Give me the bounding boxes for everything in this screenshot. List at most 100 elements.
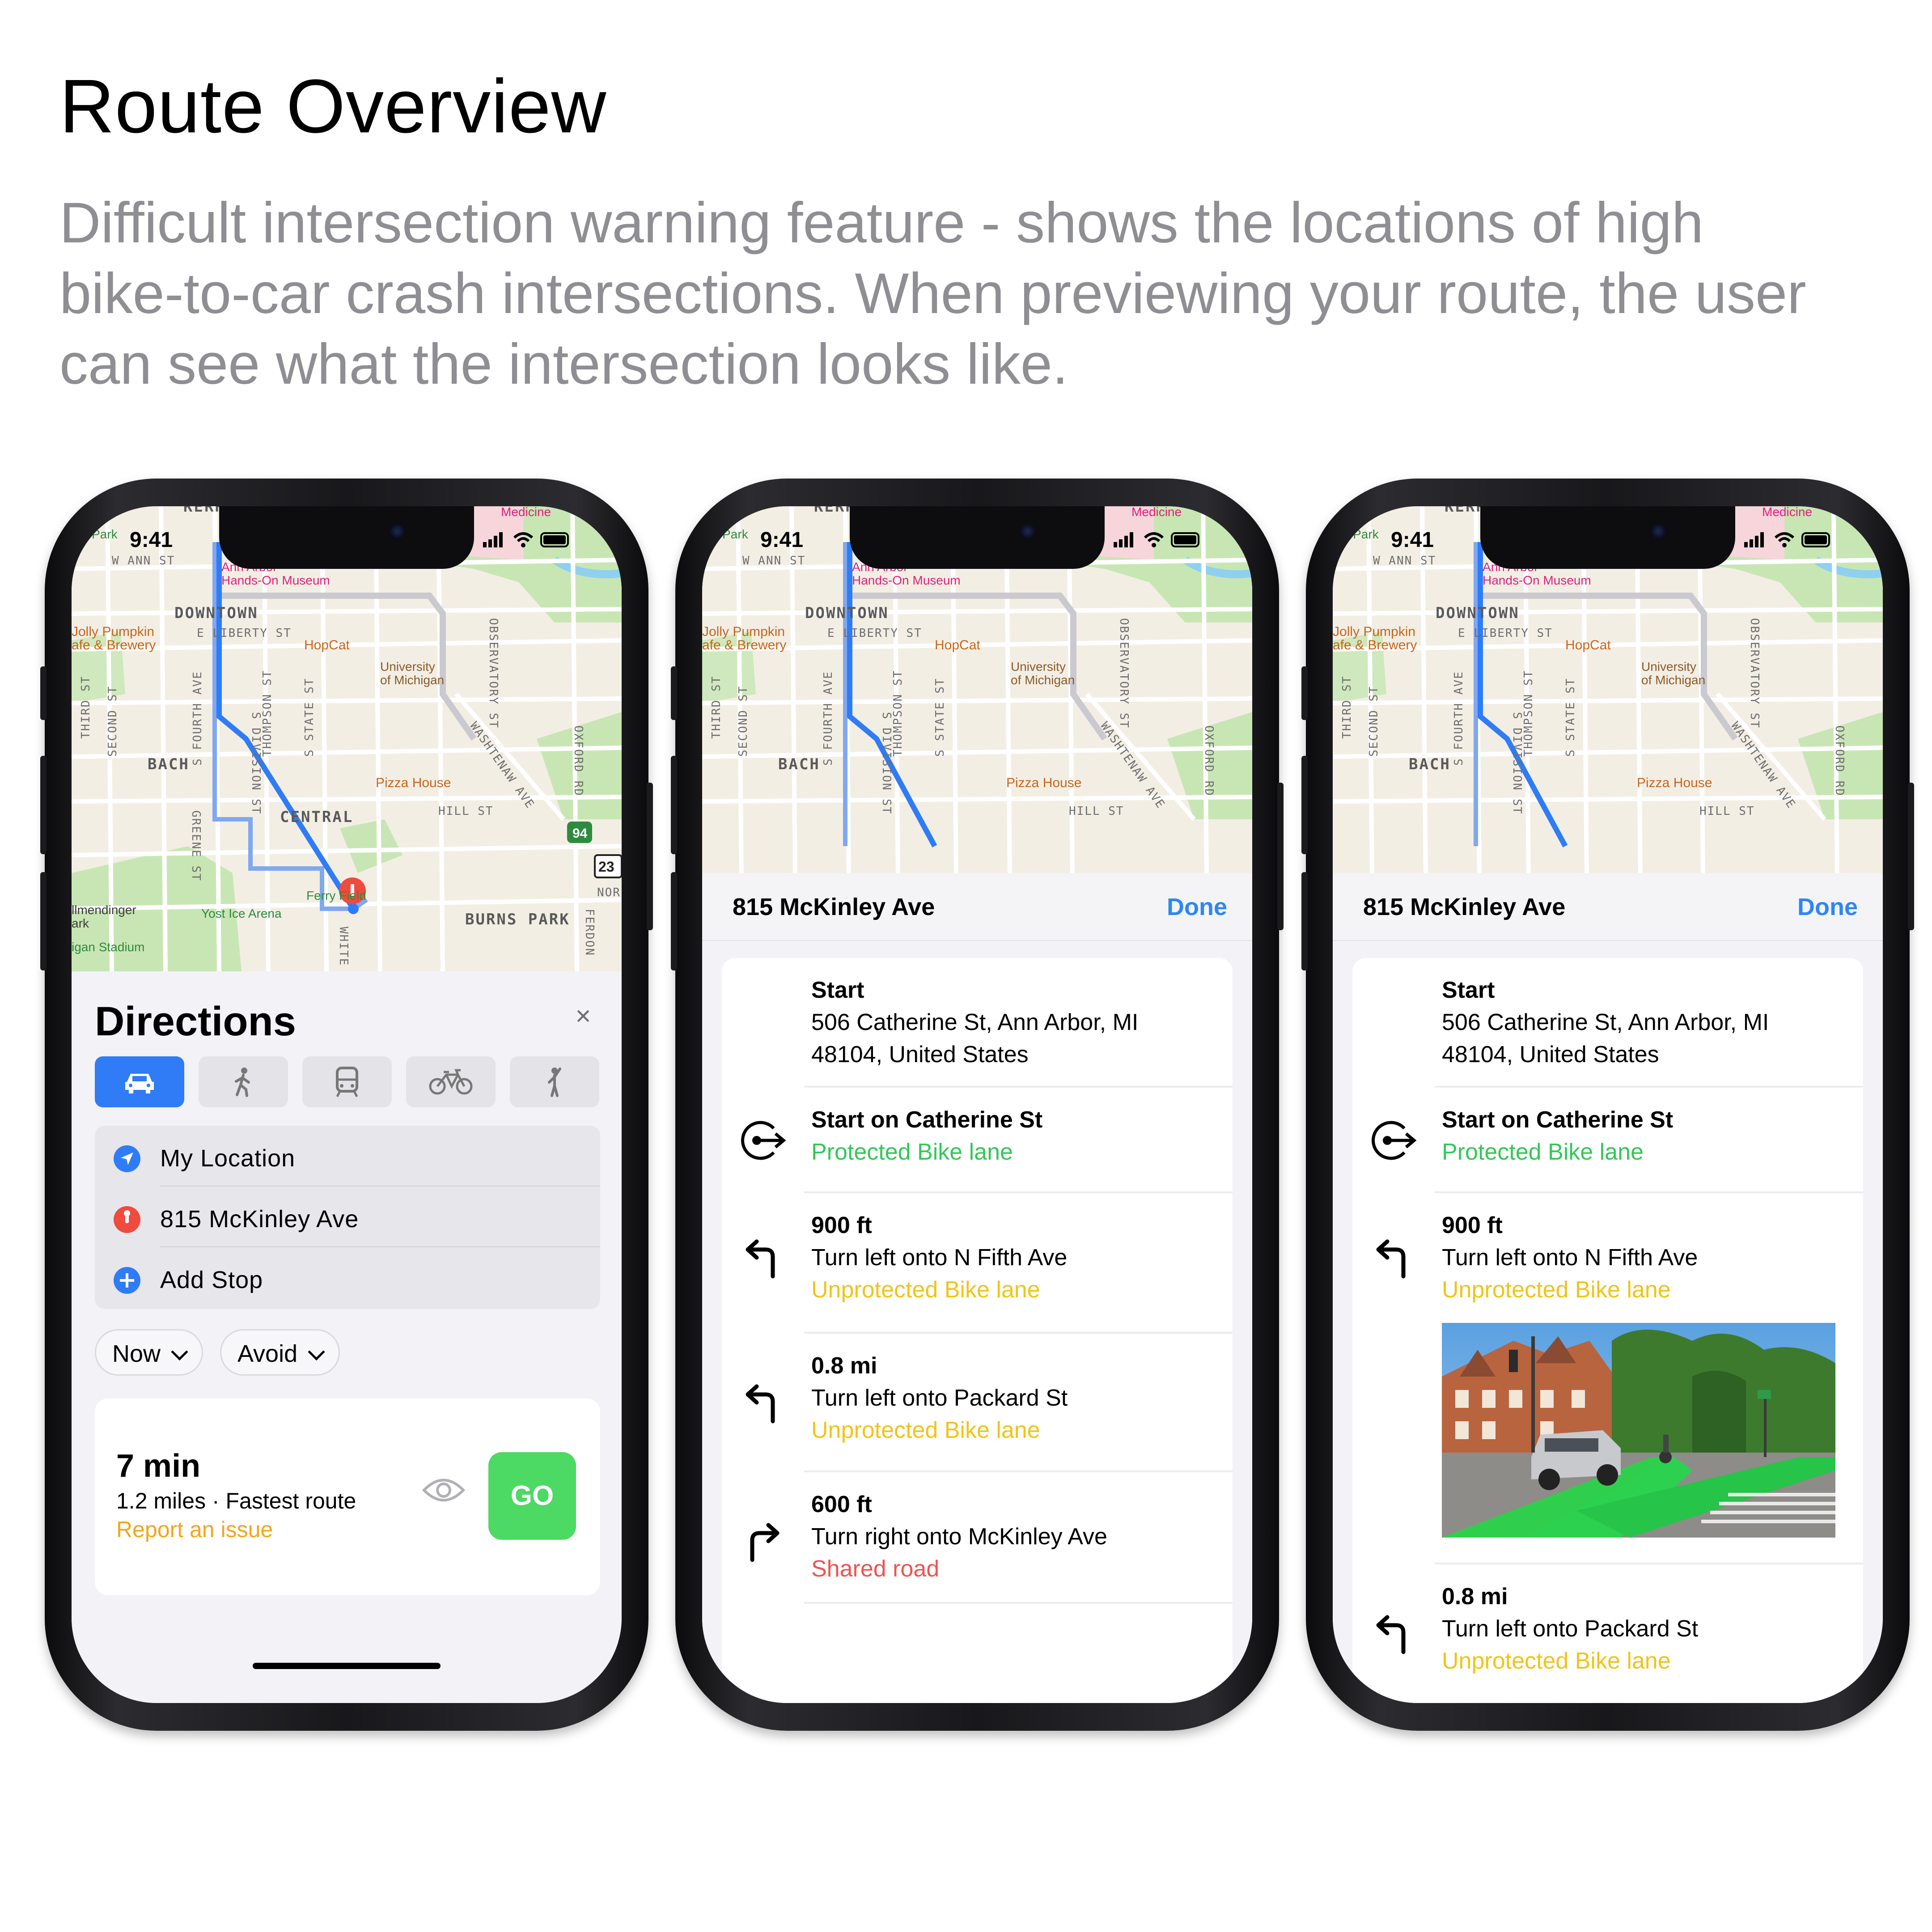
step-2[interactable]: 900 ft Turn left onto N Fifth Ave Unprot… [722, 1193, 1233, 1334]
step-lane-type: Unprotected Bike lane [811, 1417, 1040, 1443]
start-address-line1: 506 Catherine St, Ann Arbor, MI [811, 1009, 1139, 1035]
home-indicator[interactable] [253, 1663, 441, 1669]
svg-text:THIRD ST: THIRD ST [710, 676, 723, 739]
location-row-destination[interactable]: 815 McKinley Ave [95, 1186, 600, 1247]
phone-screen: KERRYTOWN Medicine est Park W ANN ST CAT… [72, 506, 622, 1703]
svg-text:S STATE ST: S STATE ST [933, 678, 947, 757]
svg-text:CENTRAL: CENTRAL [280, 808, 353, 826]
step-title: Start [1442, 977, 1495, 1003]
report-issue-link[interactable]: Report an issue [116, 1517, 273, 1542]
step-2[interactable]: 900 ft Turn left onto N Fifth Ave Unprot… [1352, 1193, 1863, 1564]
step-text: 600 ft Turn right onto McKinley Ave Shar… [811, 1488, 1107, 1585]
step-3[interactable]: 0.8 mi Turn left onto Packard St Unprote… [722, 1334, 1233, 1472]
svg-text:of Michigan: of Michigan [1011, 673, 1075, 687]
destination-title: 815 McKinley Ave [1363, 894, 1566, 920]
divider [804, 1602, 1233, 1604]
route-locations: My Location 815 McKinley Ave Add Stop [95, 1126, 600, 1309]
step-lane-type: Unprotected Bike lane [811, 1277, 1040, 1303]
svg-text:S FOURTH AVE: S FOURTH AVE [822, 671, 835, 766]
step-1[interactable]: Start on Catherine St Protected Bike lan… [1352, 1088, 1863, 1193]
steps-list: Start 506 Catherine St, Ann Arbor, MI 48… [1352, 958, 1863, 1703]
turn-left-icon [746, 1384, 775, 1424]
svg-text:BACH: BACH [778, 755, 820, 773]
svg-text:E LIBERTY ST: E LIBERTY ST [1458, 627, 1553, 640]
volume-up-button [671, 756, 677, 854]
start-arrow-icon [1372, 1121, 1417, 1160]
status-time: 9:41 [130, 528, 173, 552]
svg-text:HopCat: HopCat [1565, 638, 1611, 652]
step-instruction: Turn left onto Packard St [1442, 1616, 1699, 1642]
svg-text:HILL ST: HILL ST [1699, 805, 1755, 818]
step-text: 0.8 mi Turn left onto Packard St Unprote… [1442, 1580, 1698, 1677]
step-text: 900 ft Turn left onto N Fifth Ave Unprot… [1442, 1209, 1698, 1306]
car-mode-button[interactable] [95, 1056, 184, 1107]
walk-icon [235, 1068, 250, 1097]
svg-text:HopCat: HopCat [304, 638, 350, 652]
step-distance: 600 ft [811, 1491, 872, 1517]
status-time: 9:41 [1391, 528, 1434, 552]
location-label: 815 McKinley Ave [160, 1206, 359, 1233]
step-4[interactable]: 600 ft Turn right onto McKinley Ave Shar… [722, 1472, 1233, 1606]
intersection-photo[interactable] [1442, 1323, 1835, 1538]
done-button[interactable]: Done [1167, 893, 1227, 921]
volume-down-button [671, 872, 677, 970]
mute-switch [671, 666, 677, 720]
svg-text:SECOND ST: SECOND ST [1367, 686, 1381, 757]
route-steps-sheet: 815 McKinley Ave Done Start 506 Catherin… [1333, 873, 1883, 1703]
svg-text:Jolly Pumpkin: Jolly Pumpkin [702, 624, 785, 639]
time-filter-button[interactable]: Now [95, 1329, 203, 1376]
step-text: 0.8 mi Turn left onto Packard St Unprote… [811, 1350, 1068, 1446]
directions-title: Directions [95, 999, 296, 1044]
route-option-card[interactable]: 7 min 1.2 miles · Fastest route Report a… [95, 1398, 600, 1595]
svg-text:BURNS PARK: BURNS PARK [465, 911, 570, 928]
status-icons [1114, 532, 1199, 547]
front-camera [389, 523, 405, 539]
turn-right-icon [750, 1523, 780, 1562]
map-view[interactable]: KERRYTOWN Medicine est Park W ANN ST CAT… [72, 506, 622, 971]
chevron-down-icon [171, 1343, 188, 1361]
svg-text:Pizza House: Pizza House [1637, 775, 1712, 790]
eye-icon[interactable] [421, 1474, 466, 1506]
step-1[interactable]: Start on Catherine St Protected Bike lan… [722, 1088, 1233, 1193]
step-lane-type: Shared road [811, 1556, 940, 1582]
rideshare-mode-button[interactable] [510, 1056, 599, 1107]
svg-text:OXFORD RD: OXFORD RD [1833, 725, 1846, 797]
status-icons [1744, 532, 1830, 547]
avoid-filter-button[interactable]: Avoid [220, 1329, 340, 1376]
front-camera [1020, 523, 1036, 539]
add-stop-row[interactable]: Add Stop [95, 1247, 600, 1308]
bike-mode-button[interactable] [406, 1056, 496, 1107]
chevron-down-icon [308, 1343, 325, 1361]
step-start[interactable]: Start 506 Catherine St, Ann Arbor, MI 48… [722, 958, 1233, 1088]
svg-text:of Michigan: of Michigan [380, 673, 444, 687]
location-row-start[interactable]: My Location [95, 1126, 600, 1186]
map-canvas[interactable]: KERRYTOWN Medicine est Park W ANN ST CAT… [72, 506, 622, 971]
step-start[interactable]: Start 506 Catherine St, Ann Arbor, MI 48… [1352, 958, 1863, 1088]
phone-directions: KERRYTOWN Medicine est Park W ANN ST CAT… [40, 479, 653, 1731]
mute-switch [40, 666, 47, 720]
transit-mode-button[interactable] [302, 1056, 392, 1107]
phone-intersection-preview: KERRYTOWN Medicine est Park W ANN ST CAT… [1301, 479, 1914, 1731]
avoid-filter-label: Avoid [237, 1340, 298, 1367]
power-button [647, 783, 653, 930]
svg-text:OBSERVATORY ST: OBSERVATORY ST [1117, 618, 1131, 729]
svg-text:llmendinger: llmendinger [72, 903, 136, 917]
time-filter-label: Now [112, 1340, 161, 1367]
go-button[interactable]: GO [488, 1452, 576, 1540]
svg-text:SECOND ST: SECOND ST [737, 686, 750, 757]
directions-panel: Directions × My Location 815 McKinley Av… [72, 971, 622, 1703]
walk-mode-button[interactable] [199, 1056, 288, 1107]
svg-text:94: 94 [572, 826, 588, 841]
sheet-header: 815 McKinley Ave Done [1333, 873, 1883, 941]
close-icon[interactable]: × [570, 1003, 597, 1030]
svg-text:University: University [380, 660, 435, 674]
svg-text:Jolly Pumpkin: Jolly Pumpkin [72, 624, 154, 639]
step-lane-type: Unprotected Bike lane [1442, 1277, 1671, 1303]
svg-text:S FOURTH AVE: S FOURTH AVE [191, 671, 204, 766]
svg-text:BACH: BACH [148, 755, 190, 773]
done-button[interactable]: Done [1797, 893, 1858, 921]
svg-text:HopCat: HopCat [935, 638, 980, 652]
svg-text:OXFORD RD: OXFORD RD [1202, 725, 1216, 797]
step-3[interactable]: 0.8 mi Turn left onto Packard St Unprote… [1352, 1564, 1863, 1703]
step-text: Start 506 Catherine St, Ann Arbor, MI 48… [811, 974, 1138, 1071]
